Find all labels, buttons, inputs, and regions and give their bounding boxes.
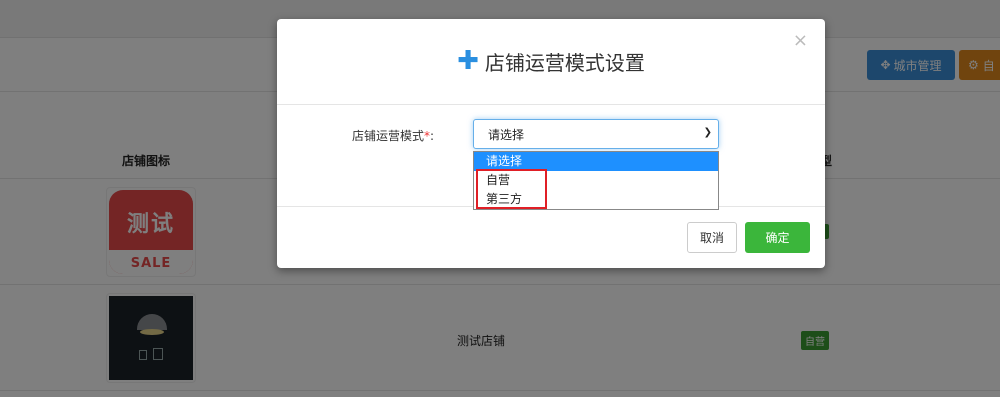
modal-footer: 取消 确定 [277,207,825,267]
modal-title: 店铺运营模式设置 [484,51,645,75]
operation-mode-modal: ✚ 店铺运营模式设置 × 店铺运营模式*: 请选择 ❯ 取消 确定 [277,19,825,268]
select-value: 请选择 [488,127,525,142]
option-third-party[interactable]: 第三方 [474,190,718,209]
cancel-button[interactable]: 取消 [687,222,737,253]
option-self-operated[interactable]: 自营 [474,171,718,190]
plus-icon: ✚ [457,45,479,76]
close-icon[interactable]: × [793,32,808,50]
option-please-select[interactable]: 请选择 [474,152,718,171]
modal-header: ✚ 店铺运营模式设置 × [277,19,825,105]
chevron-down-icon: ❯ [703,127,712,138]
operation-mode-options: 请选择 自营 第三方 [473,151,719,210]
operation-mode-select[interactable]: 请选择 ❯ [473,119,719,149]
operation-mode-label: 店铺运营模式*: [352,129,435,143]
confirm-button[interactable]: 确定 [745,222,810,253]
